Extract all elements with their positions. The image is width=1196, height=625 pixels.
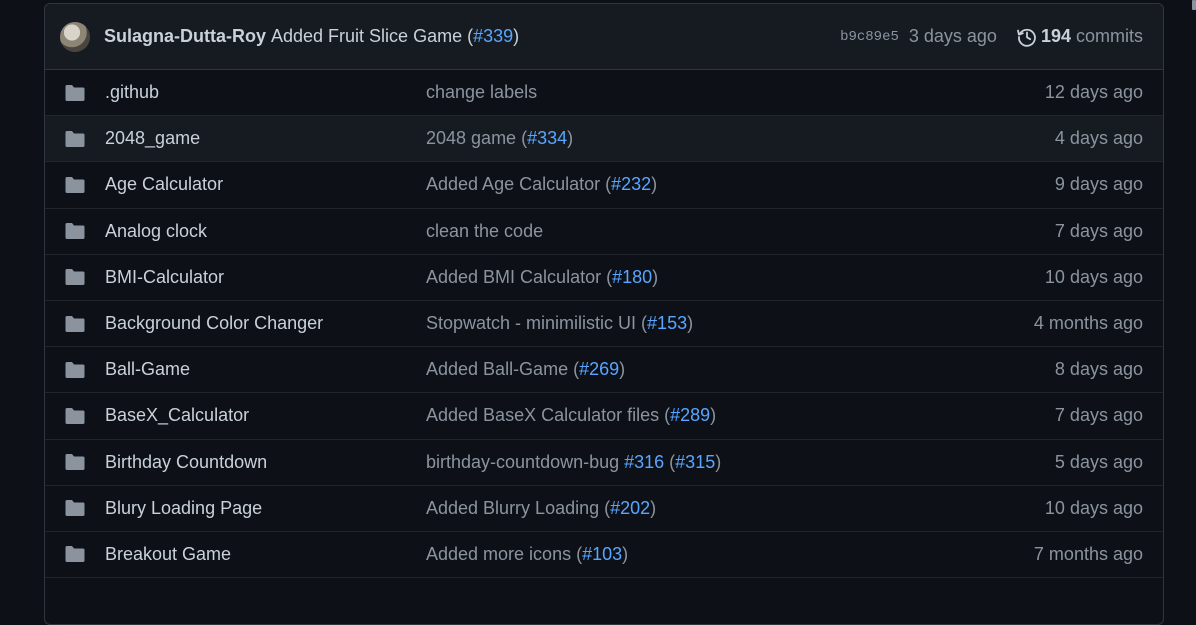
history-icon [1017, 28, 1036, 47]
folder-icon [65, 454, 85, 471]
file-name-link[interactable]: BMI-Calculator [105, 267, 426, 288]
file-name-link[interactable]: .github [105, 82, 426, 103]
file-row[interactable]: Age Calculator Added Age Calculator (#232… [45, 162, 1163, 209]
file-commit-message[interactable]: Stopwatch - minimilistic UI (#153) [426, 313, 1034, 334]
commit-count-label: commits [1076, 26, 1143, 46]
file-commit-time: 12 days ago [1044, 82, 1143, 103]
commit-pr-link[interactable]: #153 [647, 313, 687, 333]
file-row[interactable]: BMI-Calculator Added BMI Calculator (#180… [45, 255, 1163, 301]
file-row[interactable]: .github change labels 12 days ago [45, 70, 1163, 117]
file-row[interactable]: 2048_game 2048 game (#334) 4 days ago [45, 116, 1163, 163]
file-commit-time: 10 days ago [1044, 266, 1143, 287]
file-commit-time: 7 days ago [1054, 405, 1143, 426]
author-avatar[interactable] [60, 21, 90, 52]
commit-pr-link[interactable]: #269 [579, 359, 619, 379]
file-commit-time: 4 days ago [1054, 128, 1143, 149]
file-commit-message[interactable]: birthday-countdown-bug #316 (#315) [426, 452, 1055, 473]
file-commit-time: 5 days ago [1054, 451, 1143, 472]
file-name-link[interactable]: Breakout Game [105, 544, 426, 565]
commit-count: 194 [1040, 26, 1071, 46]
file-row[interactable]: Birthday Countdown birthday-countdown-bug… [45, 440, 1163, 486]
file-row[interactable]: Analog clock clean the code 7 days ago [45, 209, 1163, 255]
folder-icon [65, 315, 85, 332]
commit-time: 3 days ago [908, 26, 997, 46]
file-commit-time: 4 months ago [1033, 313, 1143, 334]
commit-pr-link[interactable]: #103 [582, 544, 622, 564]
file-browser: Sulagna-Dutta-Roy Added Fruit Slice Game… [44, 3, 1164, 625]
file-commit-time: 10 days ago [1044, 497, 1143, 518]
folder-icon [65, 223, 85, 240]
file-name-link[interactable]: Analog clock [105, 221, 426, 242]
file-name-link[interactable]: Birthday Countdown [105, 452, 426, 473]
file-commit-message[interactable]: Added Ball-Game (#269) [426, 359, 1055, 380]
commit-pr-link[interactable]: #339 [473, 26, 513, 46]
commit-pr-link[interactable]: #315 [675, 452, 715, 472]
commit-pr-link[interactable]: #316 [624, 452, 664, 472]
commits-link[interactable]: 194 commits [1017, 26, 1143, 47]
file-name-link[interactable]: Ball-Game [105, 359, 426, 380]
folder-icon [65, 130, 85, 147]
commit-sha-link[interactable]: b9c89e5 [840, 29, 899, 45]
file-name-link[interactable]: Age Calculator [105, 174, 426, 195]
commit-message[interactable]: Added Fruit Slice Game (#339) [271, 26, 519, 47]
file-row[interactable]: Breakout Game Added more icons (#103) 7 mo… [45, 532, 1163, 579]
file-list: .github change labels 12 days ago 2048_game… [45, 70, 1163, 579]
file-row[interactable]: Background Color Changer Stopwatch - mini… [45, 301, 1163, 348]
folder-icon [65, 500, 85, 517]
file-commit-message[interactable]: change labels [426, 82, 1045, 103]
file-commit-message[interactable]: Added BaseX Calculator files (#289) [426, 405, 1055, 426]
commit-pr-link[interactable]: #232 [611, 174, 651, 194]
file-commit-time: 7 days ago [1054, 220, 1143, 241]
file-row[interactable]: BaseX_Calculator Added BaseX Calculator f… [45, 393, 1163, 440]
file-name-link[interactable]: Background Color Changer [105, 313, 426, 334]
folder-icon [65, 546, 85, 563]
file-name-link[interactable]: 2048_game [105, 128, 426, 149]
file-commit-message[interactable]: 2048 game (#334) [426, 128, 1055, 149]
commit-pr-link[interactable]: #180 [612, 267, 652, 287]
file-commit-time: 9 days ago [1054, 174, 1143, 195]
file-commit-time: 8 days ago [1054, 359, 1143, 380]
file-commit-message[interactable]: Added more icons (#103) [426, 544, 1034, 565]
folder-icon [65, 84, 85, 101]
commit-author-link[interactable]: Sulagna-Dutta-Roy [104, 26, 266, 47]
folder-icon [65, 176, 85, 193]
folder-icon [65, 361, 85, 378]
file-row[interactable]: Blury Loading Page Added Blurry Loading (… [45, 486, 1163, 532]
file-name-link[interactable]: BaseX_Calculator [105, 405, 426, 426]
file-commit-message[interactable]: Added BMI Calculator (#180) [426, 267, 1045, 288]
file-name-link[interactable]: Blury Loading Page [105, 498, 426, 519]
file-row[interactable]: Ball-Game Added Ball-Game (#269) 8 days ag… [45, 347, 1163, 394]
latest-commit-bar: Sulagna-Dutta-Roy Added Fruit Slice Game… [45, 4, 1163, 70]
commit-pr-link[interactable]: #202 [610, 498, 650, 518]
file-commit-message[interactable]: clean the code [426, 221, 1055, 242]
file-commit-message[interactable]: Added Age Calculator (#232) [426, 174, 1055, 195]
commit-pr-link[interactable]: #289 [670, 405, 710, 425]
file-commit-time: 7 months ago [1033, 543, 1143, 564]
side-scroll-edge [1192, 0, 1196, 10]
folder-icon [65, 407, 85, 424]
file-commit-message[interactable]: Added Blurry Loading (#202) [426, 498, 1045, 519]
commit-pr-link[interactable]: #334 [527, 128, 567, 148]
folder-icon [65, 269, 85, 286]
